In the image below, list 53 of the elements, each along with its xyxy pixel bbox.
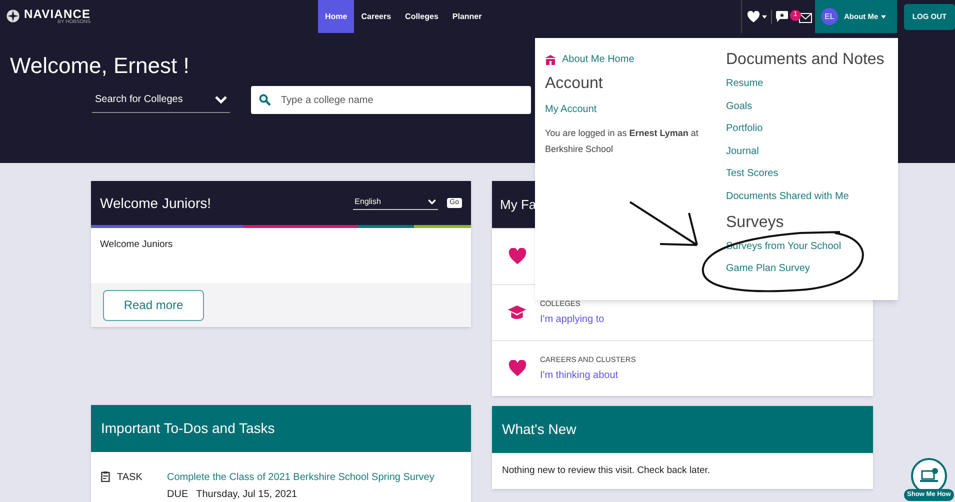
- login-note: You are logged in as Ernest Lyman at Berkshire School: [545, 127, 700, 156]
- school-icon: [545, 54, 556, 64]
- welcome-heading: Welcome, Ernest !: [10, 55, 190, 77]
- menu-link[interactable]: My Account: [545, 102, 597, 117]
- graduation-cap-icon: [507, 304, 527, 322]
- surveys-heading: Surveys: [726, 215, 784, 231]
- favorite-link[interactable]: I'm applying to: [540, 312, 604, 327]
- favorite-link[interactable]: I'm thinking about: [540, 368, 636, 383]
- nav-tab[interactable]: Careers: [354, 0, 398, 33]
- welcome-text: Welcome Juniors: [100, 238, 174, 252]
- card-title: What's New: [502, 420, 576, 439]
- heart-icon: [508, 248, 526, 265]
- menu-link[interactable]: Game Plan Survey: [726, 262, 810, 275]
- card-title: My Fa: [500, 196, 536, 214]
- heart-icon: [508, 360, 526, 377]
- menu-link[interactable]: Goals: [726, 100, 752, 113]
- due-date: Thursday, Jul 15, 2021: [196, 488, 298, 502]
- due-label: DUE: [167, 488, 188, 502]
- caret-icon: [881, 14, 886, 18]
- mail-icon[interactable]: [799, 12, 812, 22]
- nav-tab[interactable]: Planner: [445, 0, 489, 33]
- task-type: TASK: [117, 471, 144, 485]
- menu-link[interactable]: Test Scores: [726, 167, 778, 180]
- menu-link[interactable]: Documents Shared with Me: [726, 190, 849, 203]
- college-search-field[interactable]: Type a college name: [251, 86, 531, 114]
- compass-icon: [6, 9, 20, 23]
- user-avatar: EL: [821, 8, 838, 25]
- documents-heading: Documents and Notes: [726, 52, 884, 68]
- brand-name: NAVIANCE: [24, 8, 91, 20]
- account-heading: Account: [545, 74, 603, 94]
- favorites-menu-button[interactable]: [747, 10, 767, 22]
- about-me-home-link[interactable]: About Me Home: [545, 52, 634, 67]
- menu-link[interactable]: Surveys from Your School: [726, 240, 842, 253]
- menu-link[interactable]: Resume: [726, 77, 764, 90]
- whats-new-text: Nothing new to review this visit. Check back later.: [501, 464, 712, 478]
- card-title: Important To-Dos and Tasks: [101, 419, 275, 438]
- search-type-select[interactable]: Search for Colleges: [92, 87, 230, 113]
- clipboard-icon: [101, 471, 111, 482]
- task-link[interactable]: Complete the Class of 2021 Berkshire School Spring Survey: [167, 470, 434, 485]
- nav-tab[interactable]: Home: [318, 0, 354, 33]
- language-select[interactable]: English: [352, 196, 438, 210]
- nav-tab[interactable]: Colleges: [398, 0, 446, 33]
- chevron-down-icon: [428, 199, 436, 205]
- menu-link[interactable]: Portfolio: [726, 122, 763, 136]
- chevron-down-icon: [215, 96, 227, 104]
- menu-link[interactable]: Journal: [726, 144, 759, 158]
- search-icon: [259, 94, 271, 106]
- card-title: Welcome Juniors!: [100, 194, 212, 212]
- heart-icon: [747, 10, 760, 22]
- chat-icon[interactable]: [776, 11, 788, 22]
- laptop-icon: [919, 468, 939, 484]
- caret-icon: [762, 14, 767, 18]
- read-more-button[interactable]: Read more: [103, 290, 204, 320]
